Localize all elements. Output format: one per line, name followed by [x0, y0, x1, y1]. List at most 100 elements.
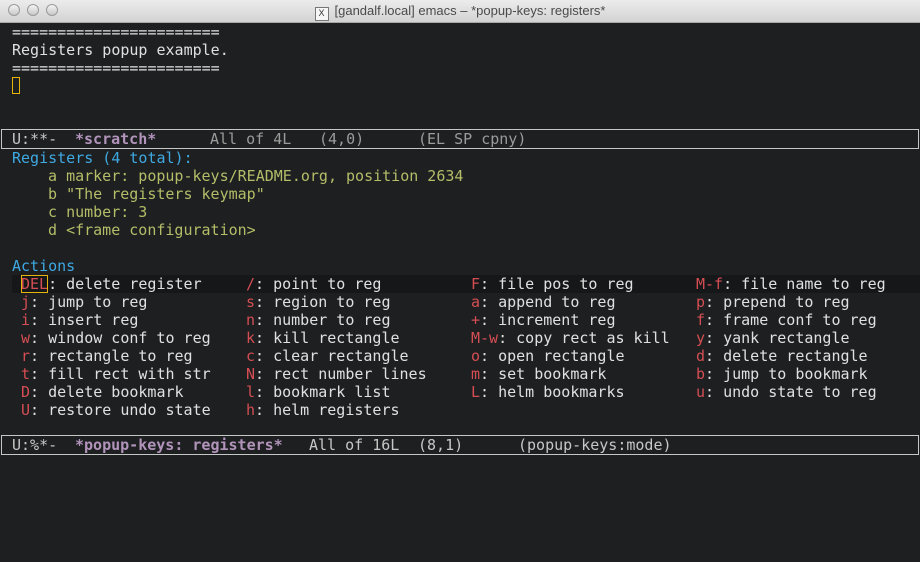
actions-header: Actions: [12, 257, 76, 275]
action-item[interactable]: n: number to reg: [246, 311, 391, 329]
action-key: k: [246, 329, 256, 347]
register-item: a marker: popup-keys/README.org, positio…: [48, 167, 463, 185]
action-item[interactable]: y: yank rectangle: [696, 329, 850, 347]
action-key: b: [696, 365, 706, 383]
action-description: : kill rectangle: [255, 329, 400, 347]
action-key: o: [471, 347, 481, 365]
action-item[interactable]: D: delete bookmark: [21, 383, 184, 401]
action-item[interactable]: U: restore undo state: [21, 401, 211, 419]
register-item: b "The registers keymap": [48, 185, 265, 203]
action-description: : undo state to reg: [705, 383, 877, 401]
action-item[interactable]: b: jump to bookmark: [696, 365, 868, 383]
window-titlebar[interactable]: X [gandalf.local] emacs – *popup-keys: re…: [0, 0, 920, 23]
scratch-heading: Registers popup example.: [12, 41, 229, 59]
action-item[interactable]: o: open rectangle: [471, 347, 625, 365]
action-description: : insert reg: [30, 311, 139, 329]
modeline-cursor-position: (4,0): [319, 130, 365, 148]
action-description: : helm registers: [255, 401, 400, 419]
register-value: <frame configuration>: [66, 221, 256, 239]
action-item[interactable]: l: bookmark list: [246, 383, 391, 401]
action-item[interactable]: s: region to reg: [246, 293, 391, 311]
modeline-buffer-name[interactable]: *scratch*: [75, 130, 156, 148]
action-item[interactable]: L: helm bookmarks: [471, 383, 625, 401]
action-key: F: [471, 275, 481, 293]
registers-header: Registers (4 total):: [12, 149, 193, 167]
action-key: DEL: [21, 275, 49, 293]
action-key: l: [246, 383, 256, 401]
action-item[interactable]: m: set bookmark: [471, 365, 606, 383]
action-key: p: [696, 293, 706, 311]
action-description: : prepend to reg: [705, 293, 850, 311]
action-description: : clear rectangle: [255, 347, 409, 365]
action-item[interactable]: h: helm registers: [246, 401, 400, 419]
action-item[interactable]: +: increment reg: [471, 311, 616, 329]
register-value: marker: popup-keys/README.org, position …: [66, 167, 464, 185]
modeline-position: All of 4L: [210, 130, 292, 148]
action-item[interactable]: M-w: copy rect as kill: [471, 329, 670, 347]
action-description: : bookmark list: [255, 383, 391, 401]
action-item[interactable]: F: file pos to reg: [471, 275, 634, 293]
action-key: U: [21, 401, 31, 419]
action-key: L: [471, 383, 481, 401]
action-item[interactable]: d: delete rectangle: [696, 347, 868, 365]
scratch-rule-bottom: =======================: [12, 59, 220, 77]
modeline-modes[interactable]: (EL SP cpny): [418, 130, 526, 148]
action-item[interactable]: N: rect number lines: [246, 365, 427, 383]
modeline-scratch[interactable]: U:**- *scratch* All of 4L (4,0) (EL SP c…: [1, 129, 919, 149]
action-description: : copy rect as kill: [498, 329, 670, 347]
action-key: r: [21, 347, 31, 365]
modeline-position: All of 16L: [309, 436, 400, 454]
x11-icon: X: [314, 7, 329, 21]
action-item[interactable]: u: undo state to reg: [696, 383, 877, 401]
action-description: : delete bookmark: [30, 383, 184, 401]
action-description: : window conf to reg: [30, 329, 211, 347]
action-key: M-f: [696, 275, 724, 293]
register-key: d: [48, 221, 58, 239]
action-item[interactable]: i: insert reg: [21, 311, 138, 329]
action-key: j: [21, 293, 31, 311]
action-item[interactable]: p: prepend to reg: [696, 293, 850, 311]
action-item[interactable]: /: point to reg: [246, 275, 381, 293]
action-description: : set bookmark: [480, 365, 607, 383]
action-key: n: [246, 311, 256, 329]
action-description: : helm bookmarks: [480, 383, 625, 401]
action-key: f: [696, 311, 706, 329]
scratch-rule-top: =======================: [12, 23, 220, 41]
action-description: : point to reg: [255, 275, 382, 293]
action-item[interactable]: t: fill rect with str: [21, 365, 211, 383]
action-key: m: [471, 365, 481, 383]
action-key: y: [696, 329, 706, 347]
action-description: : append to reg: [480, 293, 616, 311]
action-item[interactable]: M-f: file name to reg: [696, 275, 886, 293]
action-description: : open rectangle: [480, 347, 625, 365]
register-key: c: [48, 203, 58, 221]
action-item[interactable]: r: rectangle to reg: [21, 347, 193, 365]
action-description: : jump to bookmark: [705, 365, 868, 383]
action-item[interactable]: k: kill rectangle: [246, 329, 400, 347]
modeline-buffer-name[interactable]: *popup-keys: registers*: [75, 436, 283, 454]
modeline-modes[interactable]: (popup-keys:mode): [518, 436, 672, 454]
emacs-frame[interactable]: ======================= Registers popup …: [0, 23, 920, 474]
action-key: c: [246, 347, 256, 365]
action-item[interactable]: f: frame conf to reg: [696, 311, 877, 329]
action-description: : increment reg: [480, 311, 616, 329]
register-key: a: [48, 167, 58, 185]
action-description: : jump to reg: [30, 293, 148, 311]
action-key: t: [21, 365, 31, 383]
window-title: X [gandalf.local] emacs – *popup-keys: re…: [0, 3, 920, 21]
scratch-cursor-line[interactable]: [12, 77, 20, 95]
action-item[interactable]: a: append to reg: [471, 293, 616, 311]
action-item[interactable]: c: clear rectangle: [246, 347, 409, 365]
modeline-cursor-position: (8,1): [418, 436, 464, 454]
modeline-popup-keys[interactable]: U:%*- *popup-keys: registers* All of 16L…: [1, 435, 919, 455]
action-item[interactable]: w: window conf to reg: [21, 329, 211, 347]
action-description: : fill rect with str: [30, 365, 211, 383]
action-key: /: [246, 275, 256, 293]
action-description: : file name to reg: [723, 275, 886, 293]
action-key: s: [246, 293, 256, 311]
window-title-text: [gandalf.local] emacs – *popup-keys: reg…: [334, 3, 606, 18]
action-item[interactable]: DEL: delete register: [21, 275, 202, 293]
action-key: d: [696, 347, 706, 365]
action-description: : delete register: [48, 275, 202, 293]
action-item[interactable]: j: jump to reg: [21, 293, 147, 311]
